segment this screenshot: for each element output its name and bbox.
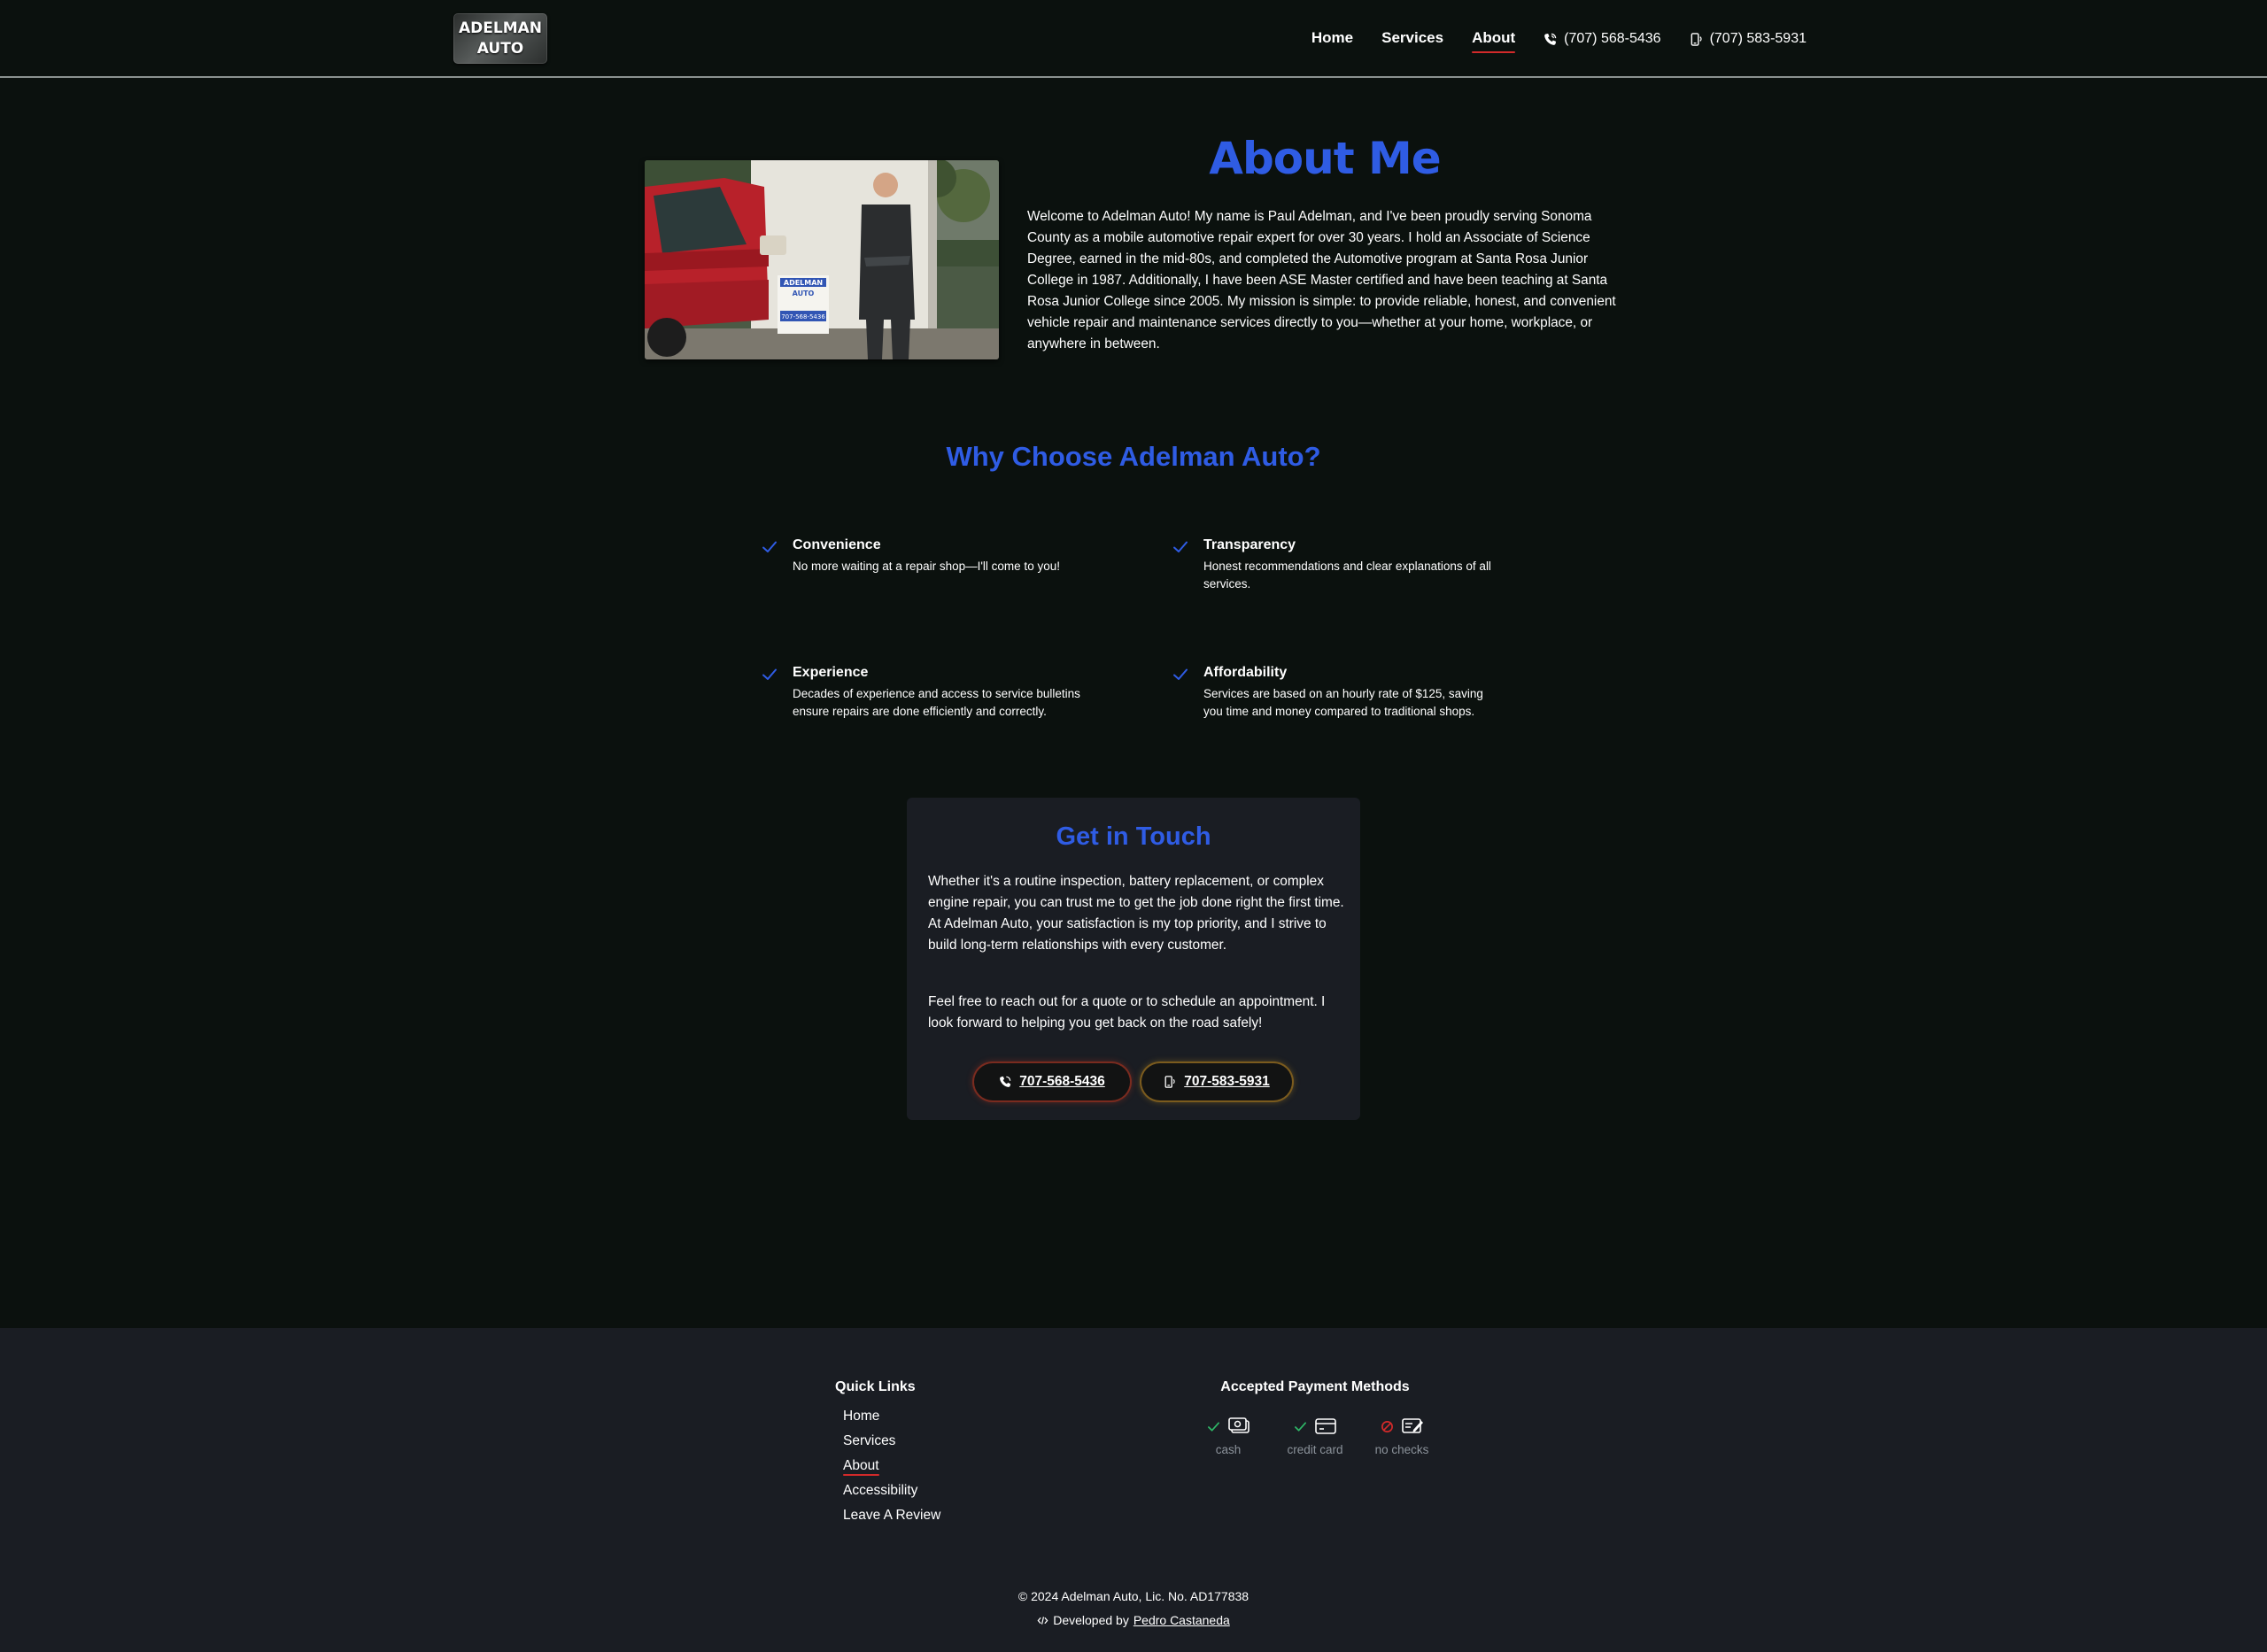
logo-line-2: AUTO bbox=[476, 39, 524, 58]
accepted-checkmark-icon bbox=[1294, 1421, 1306, 1432]
payment-cash: cash bbox=[1185, 1415, 1272, 1456]
truck-sign-phone: 707-568-5436 bbox=[781, 313, 825, 320]
footer-link-home[interactable]: Home bbox=[843, 1404, 940, 1429]
footer-link-about[interactable]: About bbox=[843, 1454, 879, 1478]
nav-phone-mobile[interactable]: (707) 583-5931 bbox=[1690, 31, 1807, 47]
footer-link-accessibility[interactable]: Accessibility bbox=[843, 1478, 940, 1503]
prohibited-icon bbox=[1381, 1420, 1393, 1432]
payment-no-checks: no checks bbox=[1358, 1415, 1445, 1456]
payment-label: credit card bbox=[1287, 1443, 1343, 1456]
checkmark-icon bbox=[1173, 541, 1188, 552]
telephone-icon bbox=[1000, 1076, 1011, 1087]
payment-label: no checks bbox=[1374, 1443, 1429, 1456]
owner-with-truck-photo: ADELMAN AUTO 707-568-5436 bbox=[645, 160, 999, 359]
credit-card-icon bbox=[1314, 1418, 1336, 1434]
feature-desc: No more waiting at a repair shop—I'll co… bbox=[793, 560, 1060, 573]
payment-credit-card: credit card bbox=[1272, 1415, 1358, 1456]
telephone-icon bbox=[1544, 33, 1557, 45]
why-title: Why Choose Adelman Auto? bbox=[946, 441, 1321, 472]
feature-desc: Decades of experience and access to serv… bbox=[793, 687, 1080, 718]
nav-home[interactable]: Home bbox=[1311, 29, 1353, 49]
call-landline-button[interactable]: 707-568-5436 bbox=[974, 1063, 1130, 1100]
truck-sign-line-2: AUTO bbox=[793, 289, 815, 297]
feature-desc: Services are based on an hourly rate of … bbox=[1203, 687, 1483, 718]
nav-services[interactable]: Services bbox=[1381, 29, 1443, 49]
contact-paragraph-2: Feel free to reach out for a quote or to… bbox=[928, 994, 1326, 1031]
logo-line-1: ADELMAN bbox=[458, 19, 542, 37]
mobile-phone-icon bbox=[1164, 1076, 1175, 1088]
feature-desc: Honest recommendations and clear explana… bbox=[1203, 560, 1491, 591]
about-text: Welcome to Adelman Auto! My name is Paul… bbox=[1027, 209, 1616, 351]
check-icon bbox=[1401, 1418, 1423, 1433]
developed-by-label: Developed by bbox=[1053, 1613, 1129, 1627]
site-footer: Quick Links Home Services About Accessib… bbox=[0, 1328, 2267, 1652]
footer-link-services[interactable]: Services bbox=[843, 1429, 940, 1454]
quick-links-title: Quick Links bbox=[835, 1379, 916, 1394]
nav-about[interactable]: About bbox=[1472, 29, 1516, 53]
main-nav: Home Services About (707) 568-5436 (707)… bbox=[1311, 0, 1807, 78]
contact-paragraph-1: Whether it's a routine inspection, batte… bbox=[928, 874, 1344, 953]
quick-links-list: Home Services About Accessibility Leave … bbox=[843, 1404, 940, 1528]
contact-title: Get in Touch bbox=[1056, 822, 1211, 851]
feature-title: Convenience bbox=[793, 537, 881, 552]
feature-title: Experience bbox=[793, 665, 869, 680]
code-icon bbox=[1037, 1616, 1048, 1625]
payment-label: cash bbox=[1215, 1443, 1242, 1456]
accepted-checkmark-icon bbox=[1207, 1421, 1219, 1432]
mobile-phone-icon bbox=[1691, 32, 1702, 46]
developer-link[interactable]: Pedro Castaneda bbox=[1134, 1613, 1230, 1627]
cash-icon bbox=[1227, 1417, 1250, 1433]
payment-methods-title: Accepted Payment Methods bbox=[1220, 1379, 1410, 1394]
checkmark-icon bbox=[762, 541, 777, 552]
developer-credit: Developed by Pedro Castaneda bbox=[0, 1613, 2267, 1627]
site-header: ADELMAN AUTO Home Services About (707) 5… bbox=[0, 0, 2267, 78]
nav-phone-mobile-number: (707) 583-5931 bbox=[1709, 31, 1807, 46]
footer-link-review[interactable]: Leave A Review bbox=[843, 1503, 940, 1528]
checkmark-icon bbox=[1173, 668, 1188, 680]
call-mobile-label: 707-583-5931 bbox=[1184, 1074, 1270, 1089]
nav-phone-landline-number: (707) 568-5436 bbox=[1564, 31, 1661, 46]
feature-title: Affordability bbox=[1203, 665, 1288, 680]
about-title: About Me bbox=[1209, 133, 1441, 184]
call-landline-label: 707-568-5436 bbox=[1019, 1074, 1105, 1089]
call-mobile-button[interactable]: 707-583-5931 bbox=[1141, 1063, 1292, 1100]
checkmark-icon bbox=[762, 668, 777, 680]
feature-title: Transparency bbox=[1203, 537, 1296, 552]
brand-logo[interactable]: ADELMAN AUTO bbox=[453, 13, 547, 64]
copyright: © 2024 Adelman Auto, Lic. No. AD177838 bbox=[1017, 1589, 1250, 1603]
truck-sign-line-1: ADELMAN bbox=[784, 279, 823, 287]
nav-phone-landline[interactable]: (707) 568-5436 bbox=[1544, 31, 1661, 47]
contact-card: Get in Touch Whether it's a routine insp… bbox=[907, 798, 1360, 1120]
